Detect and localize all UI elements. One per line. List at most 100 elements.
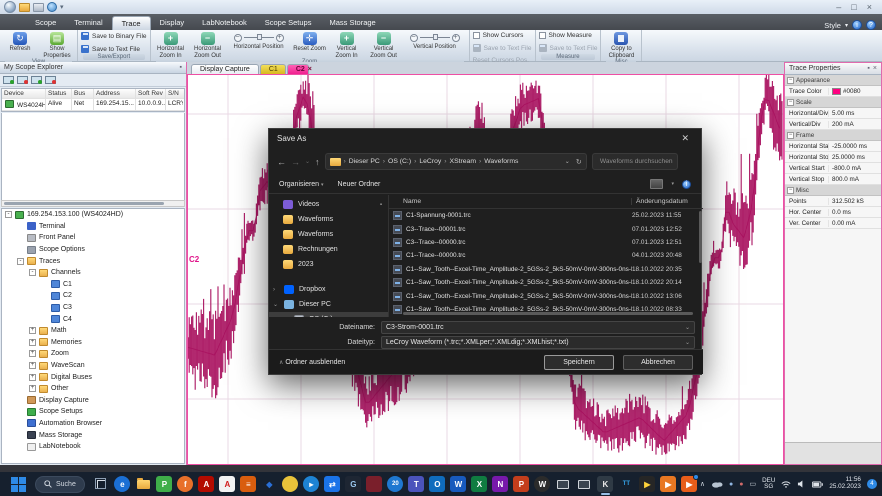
cursors-save-text-button[interactable]: Save to Text File [473,43,532,53]
file-row[interactable]: C3--Trace--00000.trc07.01.2023 12:51 [389,236,703,249]
volume-icon[interactable] [797,480,806,488]
remove-device-icon[interactable] [17,76,28,84]
tree-item-terminal[interactable]: Terminal [2,221,184,233]
column-bus[interactable]: Bus [72,89,94,98]
taskbar-word[interactable]: W [448,472,469,496]
taskbar-lecroy-maui[interactable]: K [595,472,616,496]
recent-chevron-icon[interactable]: ⌄ [305,158,310,165]
style-menu[interactable]: Style [824,21,841,30]
app-icon[interactable] [4,1,16,13]
dialog-close-button[interactable]: ✕ [677,133,693,144]
close-icon[interactable]: × [873,65,877,72]
notification-badge[interactable]: 4 [867,479,877,489]
horizontal-zoom-in-button[interactable]: + Horizontal Zoom In [154,31,188,59]
collapse-icon[interactable]: − [787,77,794,84]
expand-icon[interactable]: + [29,362,36,369]
column-date[interactable]: Änderungsdatum [631,198,695,205]
taskbar-photos-app[interactable]: P [154,472,175,496]
collapse-icon[interactable]: − [787,99,794,106]
tree-item-channels[interactable]: -Channels [2,267,184,279]
plus-icon[interactable]: + [452,34,460,42]
save-binary-button[interactable]: Save to Binary File [81,31,147,41]
vertical-scrollbar[interactable] [699,211,702,263]
plus-icon[interactable]: + [276,34,284,42]
checkbox-icon[interactable] [539,32,546,39]
prop-horizontal-stop[interactable]: Horizontal Stop25.0000 ms [785,152,881,163]
expand-icon[interactable]: + [29,385,36,392]
minus-icon[interactable]: − [410,34,418,42]
measure-save-text-button[interactable]: Save to Text File [539,43,598,53]
tree-item-c2[interactable]: C2 [2,290,184,302]
slider-thumb[interactable] [257,34,262,40]
collapse-icon[interactable]: − [787,187,794,194]
nav-rechnungen[interactable]: Rechnungen [269,242,388,257]
breadcrumb-xstream[interactable]: XStream [450,158,476,165]
refresh-button[interactable]: ↻ Refresh [3,31,37,53]
ribbon-tab-scope[interactable]: Scope [26,16,65,30]
taskbar-player-orange[interactable]: ▶ [658,472,679,496]
section-frame[interactable]: −Frame [785,130,881,141]
taskbar-acrobat[interactable]: A [196,472,217,496]
taskbar-app-dark-red[interactable] [364,472,385,496]
device-table-header[interactable]: DeviceStatusBusAddressSoft RevS/N [2,89,184,99]
reset-zoom-button[interactable]: ✛ Reset Zoom [293,31,327,53]
organize-menu[interactable]: Organisieren ▾ [279,181,324,188]
disconnect-device-icon[interactable] [45,76,56,84]
tree-item-other[interactable]: +Other [2,383,184,395]
taskbar-player-dark[interactable]: ▶ [637,472,658,496]
file-row[interactable]: C1--Saw_Tooth--Excel-Time_Amplitude-2_5G… [389,289,703,302]
chevron-down-icon[interactable]: ⌄ [685,324,690,331]
back-icon[interactable]: ← [277,157,286,167]
chevron-icon[interactable]: › [273,287,279,293]
horizontal-zoom-out-button[interactable]: − Horizontal Zoom Out [191,31,225,59]
prop-ver-center[interactable]: Ver. Center0.00 mA [785,218,881,229]
horizontal-scrollbar[interactable] [1,200,185,207]
chevron-icon[interactable]: › [283,317,289,318]
column-address[interactable]: Address [94,89,136,98]
vertical-position-slider[interactable]: − + Vertical Position [404,31,466,50]
taskbar-teams[interactable]: T [406,472,427,496]
filename-input[interactable]: C3-Strom-0001.trc ⌄ [381,321,695,334]
taskbar-app-a[interactable]: A [217,472,238,496]
prop-vertical-stop[interactable]: Vertical Stop800.0 mA [785,174,881,185]
taskbar-task-view[interactable] [91,472,112,496]
taskbar-remote-desktop-2[interactable] [574,472,595,496]
tree-item-mass-storage[interactable]: Mass Storage [2,429,184,441]
address-bar[interactable]: ›Dieser PC›OS (C:)›LeCroy›XStream›Wavefo… [325,153,587,170]
show-measure-checkbox[interactable]: Show Measure [539,31,592,40]
breadcrumb-os-c[interactable]: OS (C:) [388,158,411,165]
info-icon[interactable]: i [852,20,862,30]
nav-videos[interactable]: Videos▪ [269,197,388,212]
horizontal-position-slider[interactable]: − + Horizontal Position [228,31,290,50]
taskbar-app-orange-badge[interactable]: ▶ [679,472,700,496]
taskbar-sphere-app[interactable] [280,472,301,496]
file-list-header[interactable]: Name Änderungsdatum [389,195,703,209]
ribbon-tab-terminal[interactable]: Terminal [65,16,111,30]
taskbar-teamviewer[interactable]: ⇄ [322,472,343,496]
chevron-icon[interactable]: ⌄ [273,301,279,308]
prop-horizontal-start[interactable]: Horizontal Start-25.0000 ms [785,141,881,152]
refresh-icon[interactable]: ↻ [576,158,582,166]
column-soft-rev[interactable]: Soft Rev [136,89,166,98]
ribbon-tab-mass-storage[interactable]: Mass Storage [320,16,384,30]
new-folder-button[interactable]: Neuer Ordner [338,181,381,188]
prop-horizontal-div[interactable]: Horizontal/Div5.00 ms [785,108,881,119]
up-icon[interactable]: ↑ [315,157,320,167]
tree-item-digital-buses[interactable]: +Digital Buses [2,371,184,383]
address-chevron-icon[interactable]: ⌄ [565,158,570,166]
vertical-zoom-out-button[interactable]: − Vertical Zoom Out [367,31,401,59]
column-name[interactable]: Name [403,198,631,205]
nav-waveforms[interactable]: Waveforms [269,227,388,242]
ribbon-tab-labnotebook[interactable]: LabNotebook [193,16,256,30]
cancel-button[interactable]: Abbrechen [623,355,693,370]
file-row[interactable]: C1--Saw_Tooth--Excel-Time_Amplitude-2_5G… [389,276,703,289]
hide-folders-button[interactable]: ∧ Ordner ausblenden [279,359,345,366]
expand-icon[interactable]: + [29,327,36,334]
onedrive-icon[interactable] [711,480,723,488]
taskbar-file-explorer[interactable] [133,472,154,496]
collapse-icon[interactable]: - [17,258,24,265]
save-text-button[interactable]: Save to Text File [81,44,140,54]
print-icon[interactable] [33,3,44,12]
taskbar-app-g[interactable]: G [343,472,364,496]
tree-item-c3[interactable]: C3 [2,302,184,314]
